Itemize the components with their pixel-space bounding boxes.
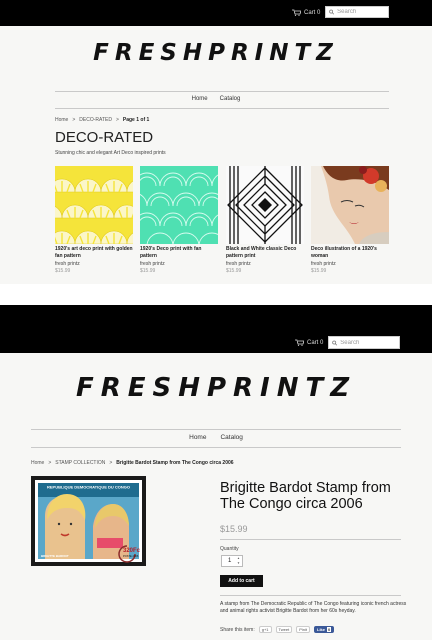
breadcrumb-home[interactable]: Home — [31, 460, 44, 466]
cart-link[interactable]: Cart 0 — [292, 9, 320, 16]
pinit-button[interactable]: Pinit — [296, 626, 310, 633]
cart-icon — [295, 339, 304, 346]
nav-catalog[interactable]: Catalog — [220, 434, 242, 441]
breadcrumb-separator: > — [115, 117, 119, 123]
brigitte-bardot-stamp-image: REPUBLIQUE DEMOCRATIQUE DU CONGO 320Fc P… — [31, 476, 146, 566]
product-title[interactable]: 1920's art deco print with golden fan pa… — [55, 246, 133, 260]
collection-title: DECO-RATED — [55, 129, 154, 146]
stamp-value-text: 320Fc — [123, 548, 141, 554]
cart-icon — [292, 9, 301, 16]
breadcrumb-separator: > — [48, 460, 52, 466]
product-price: $15.99 — [311, 268, 327, 274]
product-title[interactable]: 1920's Deco print with fan pattern — [140, 246, 218, 260]
product-price: $15.99 — [140, 268, 156, 274]
search-box[interactable] — [325, 6, 389, 18]
cart-link[interactable]: Cart 0 — [295, 339, 323, 346]
share-bar: Share this item: g+1 Tweet Pinit Like 0 — [220, 626, 335, 633]
product-vendor: fresh printz — [140, 261, 165, 267]
cart-label: Cart 0 — [307, 339, 324, 346]
like-label: Like — [317, 627, 326, 632]
product-card[interactable]: Deco illustration of a 1920's woman fres… — [311, 166, 389, 274]
product-title: Brigitte Bardot Stamp from The Congo cir… — [220, 480, 391, 513]
description-rule — [220, 595, 401, 596]
product-vendor: fresh printz — [55, 261, 80, 267]
nav-top-rule — [55, 91, 389, 92]
main-nav: Home Catalog — [0, 434, 432, 441]
breadcrumb: Home > STAMP COLLECTION > Brigitte Bardo… — [31, 460, 234, 466]
deco-woman-illustration-image — [311, 166, 389, 244]
quantity-value: 1 — [228, 558, 232, 564]
add-to-cart-button[interactable]: Add to cart — [220, 575, 263, 587]
product-title[interactable]: Deco illustration of a 1920's woman — [311, 246, 389, 260]
breadcrumb-separator: > — [72, 117, 76, 123]
facebook-like-button[interactable]: Like 0 — [314, 626, 335, 633]
collection-description: Stunning chic and elegant Art Deco inspi… — [55, 150, 166, 156]
quantity-stepper[interactable]: 1 ▲ ▼ — [221, 555, 243, 567]
search-input[interactable] — [337, 9, 388, 15]
main-nav: Home Catalog — [0, 96, 432, 102]
product-price: $15.99 — [226, 268, 242, 274]
nav-bottom-rule — [55, 108, 389, 109]
site-logo[interactable]: FRESHPRINTZ — [0, 373, 432, 403]
stamp-post-text: POSTE 2006 — [123, 554, 139, 558]
product-vendor: fresh printz — [311, 261, 336, 267]
nav-home[interactable]: Home — [189, 434, 206, 441]
product-title[interactable]: Black and White classic Deco pattern pri… — [226, 246, 304, 260]
search-box[interactable] — [328, 336, 400, 349]
stepper-arrows-icon[interactable]: ▲ ▼ — [237, 556, 240, 566]
search-icon — [329, 9, 335, 15]
product-price: $15.99 — [220, 524, 248, 534]
breadcrumb-collection[interactable]: DECO-RATED — [79, 117, 112, 123]
share-label: Share this item: — [220, 626, 255, 633]
product-screen: Cart 0 FRESHPRINTZ Home Catalog Home > S… — [0, 305, 432, 640]
tweet-button[interactable]: Tweet — [275, 626, 293, 633]
price-rule — [220, 539, 401, 540]
top-bar: Cart 0 — [0, 0, 432, 26]
like-count: 0 — [327, 627, 332, 632]
yellow-fan-print-image — [55, 166, 133, 244]
quantity-label: Quantity — [220, 546, 239, 552]
product-image[interactable] — [55, 166, 133, 244]
stamp-name-text: BRIGITTE BARDOT — [41, 554, 69, 558]
product-image[interactable] — [226, 166, 304, 244]
product-price: $15.99 — [55, 268, 71, 274]
nav-bottom-rule — [31, 447, 401, 448]
mint-fan-print-image — [140, 166, 218, 244]
top-bar: Cart 0 — [0, 305, 432, 353]
product-card[interactable]: Black and White classic Deco pattern pri… — [226, 166, 304, 274]
google-plus-button[interactable]: g+1 — [258, 626, 272, 633]
product-card[interactable]: 1920's Deco print with fan pattern fresh… — [140, 166, 218, 274]
breadcrumb: Home > DECO-RATED > Page 1 of 1 — [55, 117, 149, 123]
product-vendor: fresh printz — [226, 261, 251, 267]
black-white-deco-print-image — [226, 166, 304, 244]
product-image[interactable]: REPUBLIQUE DEMOCRATIQUE DU CONGO 320Fc P… — [31, 476, 146, 566]
site-logo[interactable]: FRESHPRINTZ — [0, 40, 432, 66]
search-input[interactable] — [340, 339, 399, 346]
breadcrumb-collection[interactable]: STAMP COLLECTION — [55, 460, 105, 466]
breadcrumb-current: Brigitte Bardot Stamp from The Congo cir… — [116, 460, 234, 466]
product-card[interactable]: 1920's art deco print with golden fan pa… — [55, 166, 133, 274]
cart-label: Cart 0 — [304, 9, 321, 16]
stamp-country-text: REPUBLIQUE DEMOCRATIQUE DU CONGO — [47, 485, 130, 490]
breadcrumb-current: Page 1 of 1 — [122, 117, 150, 123]
product-image[interactable] — [311, 166, 389, 244]
collection-screen: Cart 0 FRESHPRINTZ Home Catalog Home > D… — [0, 0, 432, 284]
screenshot-divider — [0, 284, 432, 305]
breadcrumb-home[interactable]: Home — [55, 117, 68, 123]
nav-home[interactable]: Home — [192, 96, 208, 102]
product-image[interactable] — [140, 166, 218, 244]
nav-top-rule — [31, 429, 401, 430]
nav-catalog[interactable]: Catalog — [220, 96, 241, 102]
product-description: A stamp from The Democratic Republic of … — [220, 601, 407, 615]
search-icon — [332, 340, 338, 346]
breadcrumb-separator: > — [109, 460, 113, 466]
